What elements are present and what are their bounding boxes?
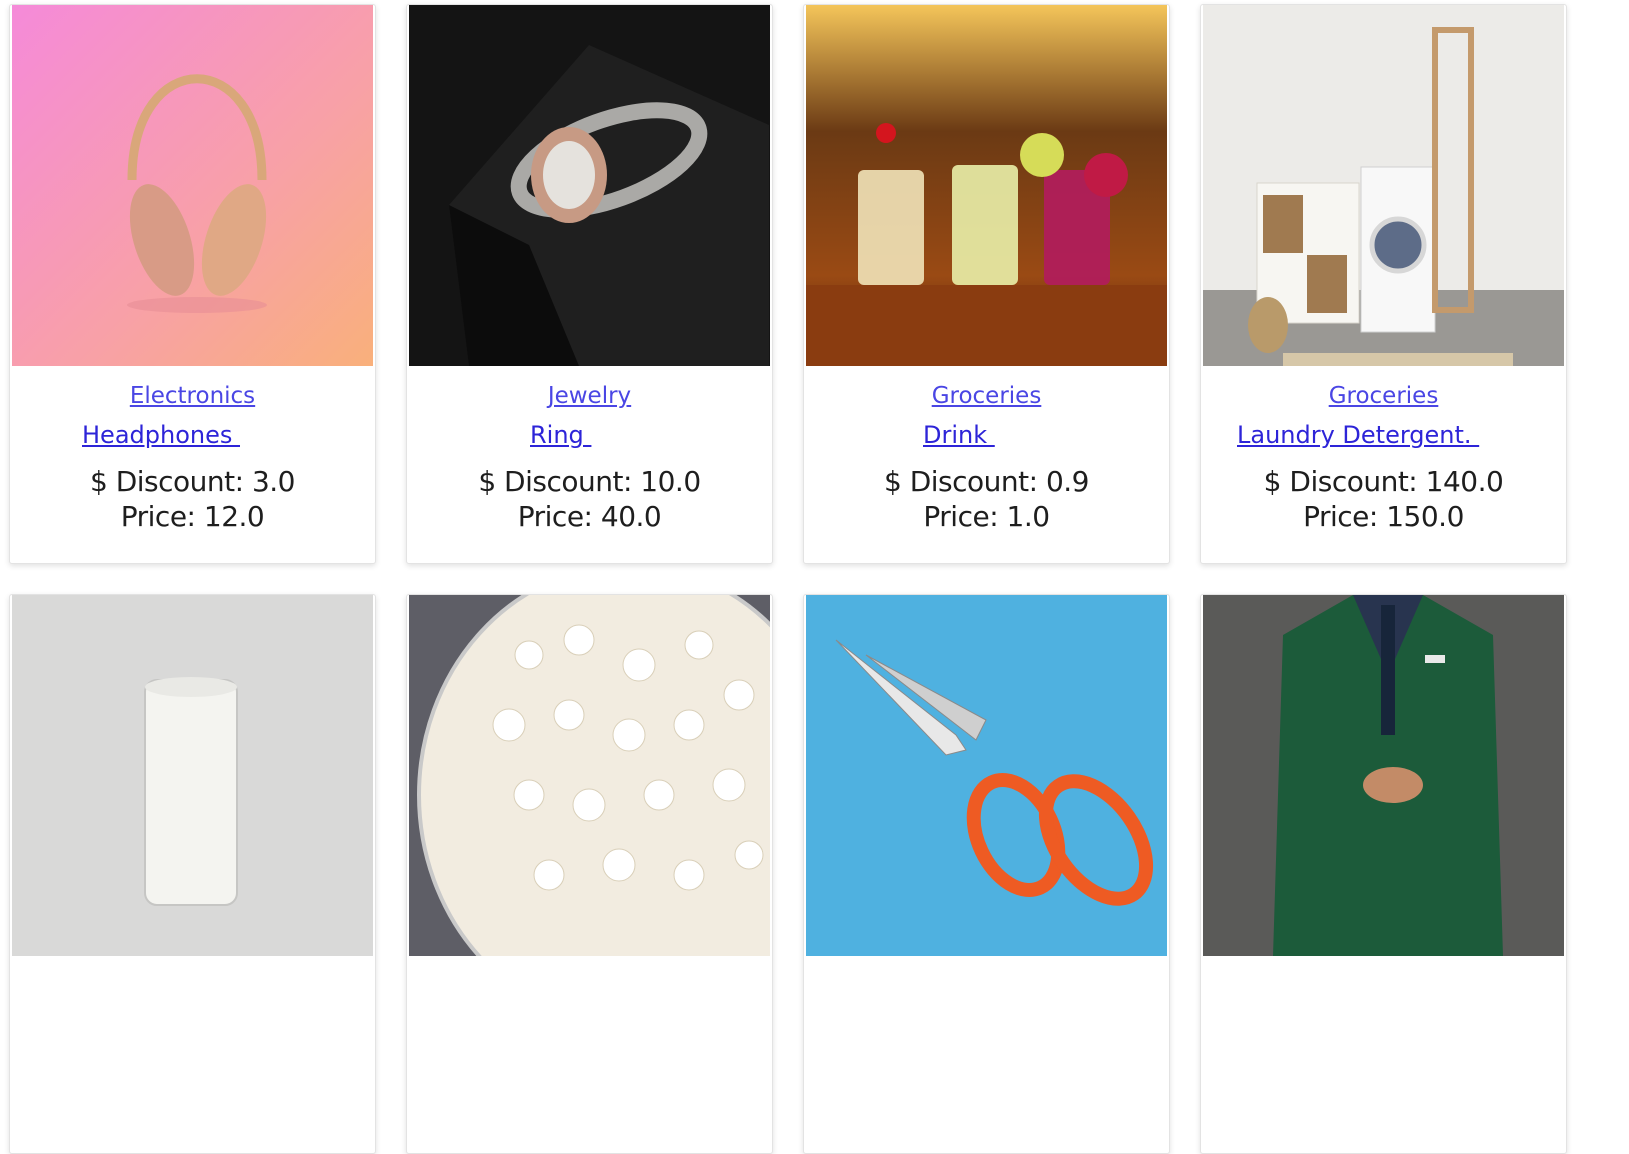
product-card[interactable] [803,594,1170,1154]
product-card[interactable]: Groceries Drink $ Discount: 0.9 Price: 1… [803,4,1170,564]
popcorn-image [409,595,770,956]
product-discount: $ Discount: 0.9 [883,465,1090,498]
product-name-link[interactable]: Drink [923,421,995,449]
product-image[interactable] [12,595,373,956]
product-card[interactable] [1200,594,1567,1154]
product-discount: $ Discount: 140.0 [1263,465,1504,498]
product-image[interactable] [806,595,1167,956]
product-image[interactable] [409,595,770,956]
ring-image [409,5,770,366]
product-grid: Electronics Headphones $ Discount: 3.0 P… [0,0,1629,1154]
product-category-link[interactable]: Jewelry [407,383,772,409]
product-name-link[interactable]: Laundry Detergent. [1237,421,1479,449]
drinks-image [806,5,1167,366]
product-price: Price: 40.0 [517,500,662,533]
product-name-link[interactable]: Ring [530,421,591,449]
product-category-link[interactable]: Groceries [1201,383,1566,409]
product-image[interactable] [12,5,373,366]
product-price: Price: 12.0 [120,500,265,533]
product-card[interactable] [406,594,773,1154]
product-price: Price: 1.0 [923,500,1050,533]
suit-image [1203,595,1564,956]
product-category-link[interactable]: Groceries [804,383,1169,409]
product-card[interactable] [9,594,376,1154]
product-image[interactable] [1203,5,1564,366]
product-image[interactable] [806,5,1167,366]
product-price: Price: 150.0 [1303,500,1464,533]
laundry-image [1203,5,1564,366]
product-card[interactable]: Groceries Laundry Detergent. $ Discount:… [1200,4,1567,564]
scissors-image [806,595,1167,956]
product-card[interactable]: Electronics Headphones $ Discount: 3.0 P… [9,4,376,564]
milk-image [12,595,373,956]
product-card[interactable]: Jewelry Ring $ Discount: 10.0 Price: 40.… [406,4,773,564]
product-category-link[interactable]: Electronics [10,383,375,409]
headphones-image [12,5,373,366]
product-discount: $ Discount: 10.0 [478,465,701,498]
product-discount: $ Discount: 3.0 [89,465,296,498]
product-name-link[interactable]: Headphones [82,421,240,449]
product-image[interactable] [1203,595,1564,956]
product-image[interactable] [409,5,770,366]
